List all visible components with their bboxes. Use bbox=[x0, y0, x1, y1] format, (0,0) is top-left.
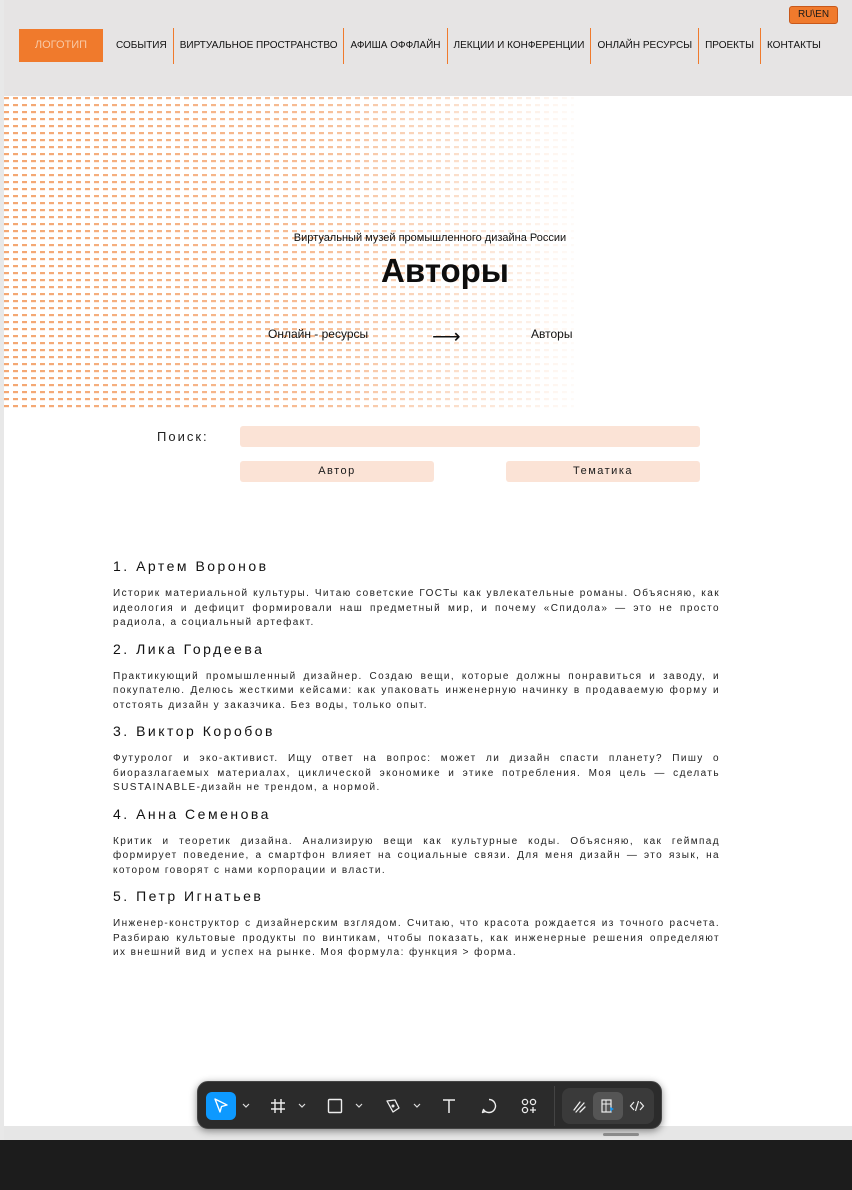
list-item: 5. Петр Игнатьев Инженер-конструктор с д… bbox=[113, 887, 720, 961]
hero-subtitle: Виртуальный музей промышленного дизайна … bbox=[293, 232, 567, 244]
comment-icon bbox=[481, 1098, 497, 1114]
text-tool-button[interactable] bbox=[434, 1092, 464, 1120]
author-description: Практикующий промышленный дизайнер. Созд… bbox=[113, 670, 720, 711]
author-description: Историк материальной культуры. Читаю сов… bbox=[113, 588, 720, 628]
pen-icon bbox=[386, 1099, 400, 1113]
chevron-down-icon[interactable] bbox=[412, 1098, 422, 1112]
author-name[interactable]: 3. Виктор Коробов bbox=[113, 722, 720, 740]
page-title: Авторы bbox=[381, 252, 509, 289]
author-name[interactable]: 4. Анна Семенова bbox=[113, 805, 720, 823]
breadcrumb-current: Авторы bbox=[531, 327, 573, 341]
nav-item-projects[interactable]: ПРОЕКТЫ bbox=[699, 28, 761, 64]
author-description: Футуролог и эко-активист. Ищу ответ на в… bbox=[113, 753, 720, 793]
rectangle-icon bbox=[327, 1098, 343, 1114]
list-item: 2. Лика Гордеева Практикующий промышленн… bbox=[113, 640, 720, 714]
nav-item-lectures[interactable]: ЛЕКЦИИ И КОНФЕРЕНЦИИ bbox=[448, 28, 592, 64]
author-description: Инженер-конструктор с дизайнерским взгля… bbox=[113, 918, 720, 958]
language-switch[interactable]: RU\EN bbox=[789, 6, 838, 24]
hero-section: Виртуальный музей промышленного дизайна … bbox=[4, 96, 852, 412]
editor-toolbar bbox=[197, 1081, 662, 1129]
chevron-down-icon[interactable] bbox=[241, 1098, 251, 1112]
author-name[interactable]: 1. Артем Воронов bbox=[113, 557, 720, 575]
filter-topic-button[interactable]: Тематика bbox=[506, 461, 700, 482]
nav-item-offline[interactable]: АФИША ОФФЛАЙН bbox=[344, 28, 448, 64]
arrow-right-icon: ⟶ bbox=[432, 326, 461, 348]
site-header: RU\EN ЛОГОТИП СОБЫТИЯ ВИРТУАЛЬНОЕ ПРОСТР… bbox=[4, 0, 852, 96]
authors-list: 1. Артем Воронов Историк материальной ку… bbox=[113, 557, 720, 970]
frame-icon bbox=[271, 1099, 285, 1113]
comment-tool-button[interactable] bbox=[474, 1092, 504, 1120]
dev-mode-button[interactable] bbox=[622, 1092, 652, 1120]
main-nav: СОБЫТИЯ ВИРТУАЛЬНОЕ ПРОСТРАНСТВО АФИША О… bbox=[110, 28, 821, 64]
frame-tool-button[interactable] bbox=[263, 1092, 293, 1120]
move-icon bbox=[214, 1098, 228, 1113]
actions-button[interactable] bbox=[514, 1092, 544, 1120]
toolbar-divider bbox=[554, 1086, 555, 1126]
design-icon bbox=[601, 1099, 614, 1113]
search-label: Поиск: bbox=[157, 429, 209, 444]
breadcrumb-parent[interactable]: Онлайн - ресурсы bbox=[268, 327, 368, 341]
nav-item-events[interactable]: СОБЫТИЯ bbox=[110, 28, 174, 64]
dev-mode-icon bbox=[629, 1100, 645, 1112]
author-name[interactable]: 5. Петр Игнатьев bbox=[113, 887, 720, 905]
text-icon bbox=[443, 1099, 455, 1113]
nav-item-virtual-space[interactable]: ВИРТУАЛЬНОЕ ПРОСТРАНСТВО bbox=[174, 28, 345, 64]
author-name[interactable]: 2. Лика Гордеева bbox=[113, 640, 720, 658]
list-item: 3. Виктор Коробов Футуролог и эко-активи… bbox=[113, 722, 720, 796]
author-description: Критик и теоретик дизайна. Анализирую ве… bbox=[113, 835, 720, 876]
pen-tool-button[interactable] bbox=[378, 1092, 408, 1120]
search-input[interactable] bbox=[240, 426, 700, 447]
draw-icon bbox=[573, 1101, 586, 1113]
logo[interactable]: ЛОГОТИП bbox=[19, 29, 103, 62]
draw-mode-button[interactable] bbox=[564, 1092, 594, 1120]
list-item: 4. Анна Семенова Критик и теоретик дизай… bbox=[113, 805, 720, 879]
scrollbar-handle[interactable] bbox=[603, 1133, 639, 1136]
shape-tool-button[interactable] bbox=[320, 1092, 350, 1120]
move-tool-button[interactable] bbox=[206, 1092, 236, 1120]
actions-icon bbox=[521, 1098, 537, 1114]
chevron-down-icon[interactable] bbox=[297, 1098, 307, 1112]
chevron-down-icon[interactable] bbox=[354, 1098, 364, 1112]
nav-item-contacts[interactable]: КОНТАКТЫ bbox=[761, 28, 821, 64]
mode-switcher bbox=[562, 1088, 654, 1124]
list-item: 1. Артем Воронов Историк материальной ку… bbox=[113, 557, 720, 631]
design-mode-button[interactable] bbox=[593, 1092, 623, 1120]
nav-item-online-resources[interactable]: ОНЛАЙН РЕСУРСЫ bbox=[591, 28, 700, 64]
filter-author-button[interactable]: Автор bbox=[240, 461, 434, 482]
